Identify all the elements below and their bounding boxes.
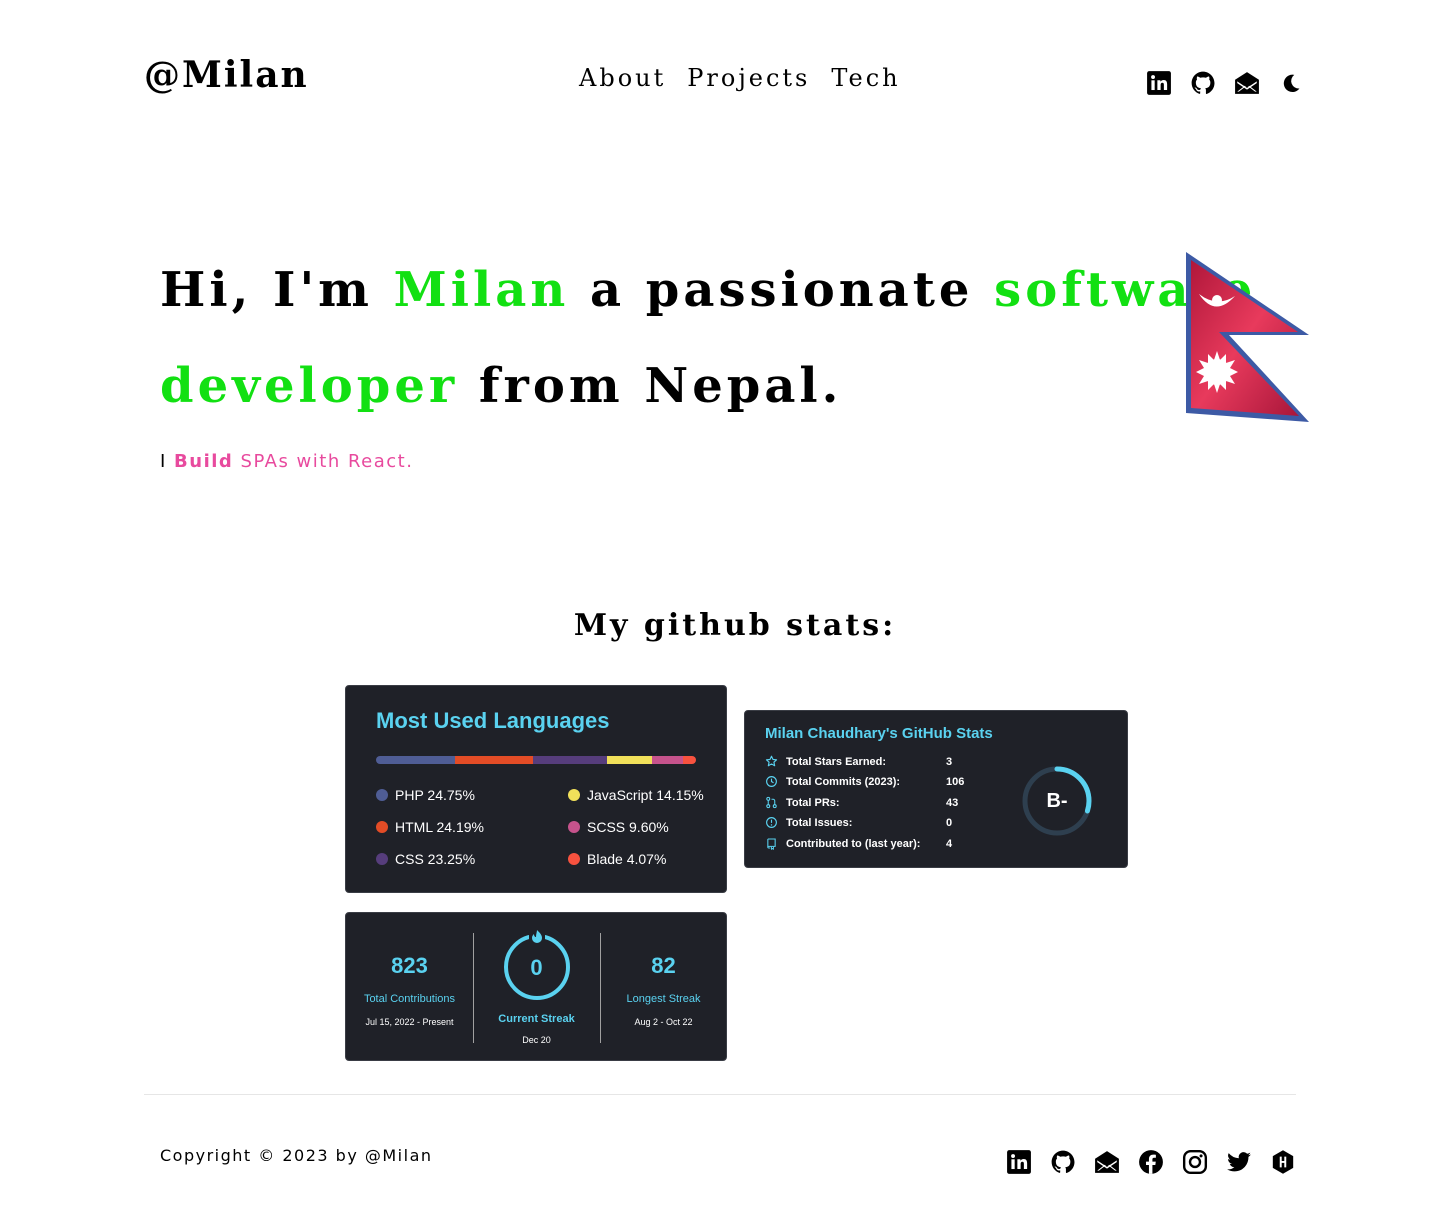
header-social-links: [1146, 70, 1304, 96]
total-contributions-label: Total Contributions: [363, 993, 456, 1005]
stat-label: Total Commits (2023):: [786, 775, 901, 788]
language-dot: [568, 789, 580, 801]
language-dot: [376, 853, 388, 865]
hero-tagline: I Build SPAs with React.: [160, 451, 413, 472]
nav-projects[interactable]: Projects: [687, 64, 810, 92]
star-icon: [765, 755, 778, 767]
copyright-text: Copyright © 2023 by @Milan: [160, 1146, 433, 1165]
stat-value: 106: [946, 775, 965, 788]
language-item: CSS 23.25%: [376, 851, 475, 867]
stat-row-contributed: Contributed to (last year): 4: [765, 837, 952, 850]
nav-tech[interactable]: Tech: [831, 64, 900, 92]
hero-text: a passionate: [569, 262, 995, 318]
hero-heading-line-2: developer from Nepal.: [160, 358, 842, 414]
total-contributions: 823 Total Contributions Jul 15, 2022 - P…: [346, 953, 473, 1027]
language-label: CSS 23.25%: [395, 851, 476, 867]
language-bar-segment: [532, 756, 607, 764]
hero-text: from Nepal.: [458, 358, 843, 414]
language-bar-segment: [606, 756, 653, 764]
language-dot: [376, 789, 388, 801]
total-contributions-value: 823: [391, 953, 428, 978]
language-item: JavaScript 14.15%: [568, 787, 704, 803]
language-bar-segment: [376, 756, 456, 764]
language-dot: [568, 853, 580, 865]
stat-row-issues: Total Issues: 0: [765, 816, 952, 829]
longest-streak-value: 82: [651, 953, 676, 978]
tagline-prefix: I: [160, 451, 175, 472]
footer-social-links: [1006, 1149, 1296, 1175]
issue-icon: [766, 817, 777, 828]
stat-value: 4: [946, 837, 953, 850]
history-icon: [766, 776, 777, 787]
main-nav: About Projects Tech: [579, 64, 901, 92]
hashnode-icon[interactable]: [1270, 1149, 1296, 1175]
longest-streak: 82 Longest Streak Aug 2 - Oct 22: [600, 953, 727, 1027]
rank-grade: B-: [1046, 789, 1068, 812]
nepal-flag-icon: [1186, 252, 1309, 422]
longest-streak-range: Aug 2 - Oct 22: [634, 1017, 693, 1027]
current-streak-date: Dec 20: [522, 1035, 551, 1045]
tagline-typed-word: Build: [174, 451, 234, 472]
mail-icon[interactable]: [1094, 1149, 1120, 1175]
stat-label: Contributed to (last year):: [786, 837, 921, 850]
github-stats-title: Milan Chaudhary's GitHub Stats: [765, 725, 993, 742]
stat-value: 0: [946, 816, 953, 829]
stat-row-commits: Total Commits (2023): 106: [765, 775, 964, 788]
total-contributions-range: Jul 15, 2022 - Present: [365, 1017, 454, 1027]
mail-icon[interactable]: [1234, 70, 1260, 96]
stat-label: Total PRs:: [786, 796, 840, 809]
languages-bar: [376, 756, 696, 764]
language-dot: [568, 821, 580, 833]
stats-heading: My github stats:: [573, 608, 897, 643]
hero-name: Milan: [393, 262, 570, 318]
language-item: HTML 24.19%: [376, 819, 484, 835]
language-bar-segment: [682, 756, 696, 764]
language-item: SCSS 9.60%: [568, 819, 669, 835]
github-icon[interactable]: [1190, 70, 1216, 96]
language-label: SCSS 9.60%: [587, 819, 669, 835]
pull-request-icon: [766, 796, 777, 809]
linkedin-icon[interactable]: [1146, 70, 1172, 96]
current-streak-label: Current Streak: [498, 1013, 575, 1025]
streak-card: 823 Total Contributions Jul 15, 2022 - P…: [345, 912, 727, 1061]
stat-row-stars: Total Stars Earned: 3: [765, 755, 952, 768]
language-bar-segment: [652, 756, 683, 764]
current-streak: 0 Current Streak Dec 20: [473, 955, 600, 1045]
languages-title: Most Used Languages: [376, 708, 610, 733]
language-dot: [376, 821, 388, 833]
language-label: JavaScript 14.15%: [587, 787, 704, 803]
linkedin-icon[interactable]: [1006, 1149, 1032, 1175]
twitter-icon[interactable]: [1226, 1149, 1252, 1175]
github-icon[interactable]: [1050, 1149, 1076, 1175]
language-label: PHP 24.75%: [395, 787, 475, 803]
tagline-rest: SPAs with React.: [233, 451, 414, 472]
nav-about[interactable]: About: [579, 64, 666, 92]
moon-icon[interactable]: [1278, 70, 1304, 96]
site-logo[interactable]: @Milan: [144, 54, 309, 96]
hero-heading-line-1: Hi, I'm Milan a passionate software: [160, 262, 1256, 318]
language-bar-segment: [455, 756, 533, 764]
longest-streak-label: Longest Streak: [626, 993, 701, 1005]
footer-divider: [144, 1094, 1296, 1095]
facebook-icon[interactable]: [1138, 1149, 1164, 1175]
languages-card: Most Used Languages PHP 24.75% HTML 24.1…: [345, 685, 727, 893]
language-item: PHP 24.75%: [376, 787, 475, 803]
stat-value: 3: [946, 755, 953, 768]
language-label: Blade 4.07%: [587, 851, 667, 867]
stat-label: Total Issues:: [786, 816, 853, 829]
stat-row-prs: Total PRs: 43: [765, 796, 958, 809]
hero-highlight: developer: [160, 358, 459, 414]
language-item: Blade 4.07%: [568, 851, 666, 867]
hero-text: Hi, I'm: [160, 262, 394, 318]
stat-value: 43: [946, 796, 959, 809]
language-label: HTML 24.19%: [395, 819, 484, 835]
instagram-icon[interactable]: [1182, 1149, 1208, 1175]
github-stats-card: Milan Chaudhary's GitHub Stats Total Sta…: [744, 710, 1128, 868]
stat-label: Total Stars Earned:: [786, 755, 887, 768]
current-streak-value: 0: [530, 955, 543, 980]
repo-icon: [767, 838, 776, 850]
